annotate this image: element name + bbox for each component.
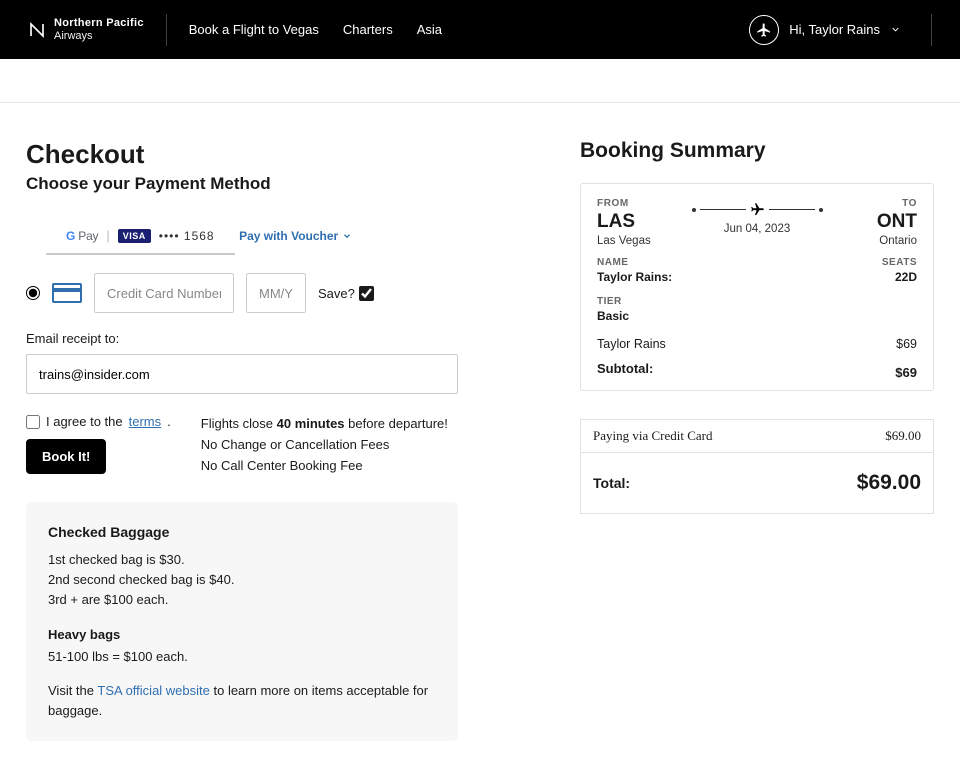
email-receipt-input[interactable] xyxy=(26,354,458,394)
paying-via-amount: $69.00 xyxy=(885,428,921,444)
terms-link[interactable]: terms xyxy=(129,414,162,429)
card-number-input[interactable] xyxy=(94,273,234,313)
baggage-line: 2nd second checked bag is $40. xyxy=(48,570,436,590)
name-label: NAME xyxy=(597,257,672,268)
email-receipt-label: Email receipt to: xyxy=(26,331,520,346)
nav-asia[interactable]: Asia xyxy=(417,22,442,37)
tsa-link[interactable]: TSA official website xyxy=(97,683,209,698)
nav-book-flight[interactable]: Book a Flight to Vegas xyxy=(189,22,319,37)
saved-card-tab[interactable]: G Pay | VISA •••• 1568 xyxy=(46,218,235,255)
booking-summary-card: FROM LAS Las Vegas Jun 04, 2023 TO ONT O… xyxy=(580,183,934,391)
total-label: Total: xyxy=(593,475,630,491)
airplane-icon xyxy=(750,202,765,217)
credit-card-row: Save? xyxy=(26,273,520,313)
total-amount: $69.00 xyxy=(857,471,921,495)
card-last4: •••• 1568 xyxy=(159,229,215,243)
from-code: LAS xyxy=(597,211,684,233)
brand-text: Northern Pacific Airways xyxy=(54,17,144,42)
page-subtitle: Choose your Payment Method xyxy=(26,174,520,194)
tsa-prefix: Visit the xyxy=(48,683,97,698)
terms-suffix: . xyxy=(167,414,171,429)
brand-line2: Airways xyxy=(54,30,144,43)
subtotal-value: $69 xyxy=(895,365,917,380)
brand-mark-icon xyxy=(28,21,46,39)
flight-date: Jun 04, 2023 xyxy=(724,223,791,235)
baggage-line: 1st checked bag is $30. xyxy=(48,550,436,570)
baggage-title: Checked Baggage xyxy=(48,522,436,544)
terms-prefix: I agree to the xyxy=(46,414,123,429)
heavy-bags-title: Heavy bags xyxy=(48,625,436,645)
book-it-button[interactable]: Book It! xyxy=(26,439,106,474)
from-label: FROM xyxy=(597,198,684,209)
header-divider-right xyxy=(931,14,932,46)
booking-summary-title: Booking Summary xyxy=(580,139,934,163)
page-title: Checkout xyxy=(26,139,520,170)
tier-value: Basic xyxy=(597,309,917,323)
paying-via-label: Paying via Credit Card xyxy=(593,428,713,444)
baggage-info-box: Checked Baggage 1st checked bag is $30. … xyxy=(26,502,458,741)
to-code: ONT xyxy=(831,211,918,233)
paying-via-row: Paying via Credit Card $69.00 xyxy=(580,419,934,453)
subtotal-label: Subtotal: xyxy=(597,361,653,380)
subheader-hairline xyxy=(0,59,960,103)
save-card-label: Save? xyxy=(318,286,355,301)
pax-price: $69 xyxy=(896,337,917,351)
to-city: Ontario xyxy=(831,235,918,247)
header-divider xyxy=(166,14,167,46)
main-header: Northern Pacific Airways Book a Flight t… xyxy=(0,0,960,59)
name-value: Taylor Rains: xyxy=(597,270,672,284)
credit-card-icon xyxy=(52,283,82,303)
pipe-divider: | xyxy=(106,228,109,243)
seats-label: SEATS xyxy=(882,257,917,268)
brand-logo[interactable]: Northern Pacific Airways xyxy=(28,17,144,42)
from-city: Las Vegas xyxy=(597,235,684,247)
chevron-down-icon xyxy=(342,231,352,241)
user-greeting: Hi, Taylor Rains xyxy=(789,22,880,37)
policy-text: Flights close 40 minutes before departur… xyxy=(201,414,448,476)
terms-checkbox[interactable] xyxy=(26,415,40,429)
route-line xyxy=(692,202,823,217)
pax-name: Taylor Rains xyxy=(597,337,666,351)
brand-line1: Northern Pacific xyxy=(54,17,144,30)
user-avatar-icon xyxy=(749,15,779,45)
visa-badge-icon: VISA xyxy=(118,229,151,243)
tier-label: TIER xyxy=(597,296,917,307)
to-label: TO xyxy=(831,198,918,209)
card-expiry-input[interactable] xyxy=(246,273,306,313)
baggage-line: 3rd + are $100 each. xyxy=(48,590,436,610)
total-row: Total: $69.00 xyxy=(580,453,934,514)
nav-charters[interactable]: Charters xyxy=(343,22,393,37)
credit-card-radio[interactable] xyxy=(26,286,40,300)
gpay-icon: G Pay xyxy=(66,229,98,243)
user-menu[interactable]: Hi, Taylor Rains xyxy=(749,15,913,45)
voucher-label: Pay with Voucher xyxy=(239,229,338,243)
pay-with-voucher-toggle[interactable]: Pay with Voucher xyxy=(239,229,352,243)
chevron-down-icon xyxy=(890,24,901,35)
save-card-checkbox[interactable] xyxy=(359,286,374,301)
primary-nav: Book a Flight to Vegas Charters Asia xyxy=(189,22,442,37)
seats-value: 22D xyxy=(882,270,917,284)
heavy-bags-line: 51-100 lbs = $100 each. xyxy=(48,647,436,667)
